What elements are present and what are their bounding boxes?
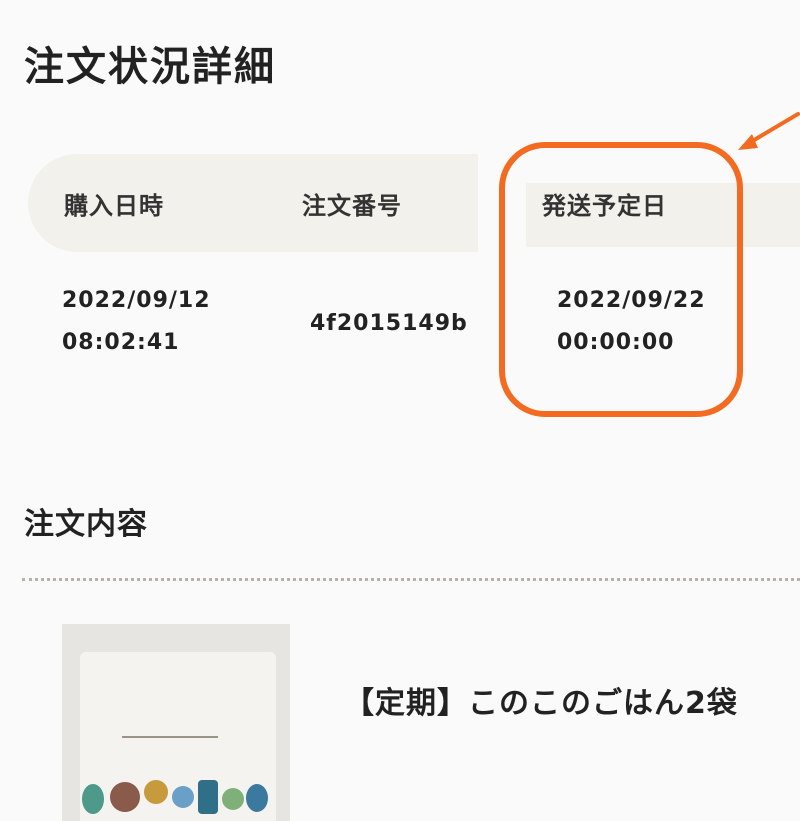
order-contents-title: 注文内容 xyxy=(24,507,148,542)
bag-decoration xyxy=(82,784,104,814)
bag-decoration xyxy=(222,788,244,810)
bag-decoration xyxy=(198,780,218,814)
bag-decoration xyxy=(110,782,140,812)
header-order-number: 注文番号 xyxy=(302,192,402,220)
order-number-cell: 4f2015149b xyxy=(310,311,468,336)
pointer-arrow-icon xyxy=(738,112,800,150)
product-image[interactable] xyxy=(62,624,290,821)
header-purchase-datetime: 購入日時 xyxy=(64,192,164,220)
bag-decoration xyxy=(144,780,168,804)
purchase-date: 2022/09/12 xyxy=(62,288,211,313)
product-bag-illustration xyxy=(80,652,276,821)
bag-decoration xyxy=(172,786,194,808)
product-name[interactable]: 【定期】このこのごはん2袋 xyxy=(344,678,738,722)
page-title: 注文状況詳細 xyxy=(24,44,276,90)
bag-decoration xyxy=(246,784,268,812)
order-detail-page: 注文状況詳細 購入日時 注文番号 発送予定日 2022/09/12 08:02:… xyxy=(0,0,800,821)
section-divider xyxy=(22,578,800,581)
purchase-date-cell: 2022/09/12 08:02:41 xyxy=(62,280,211,364)
bag-logo xyxy=(122,726,218,738)
ship-date-highlight xyxy=(499,142,743,417)
purchase-time: 08:02:41 xyxy=(62,330,180,355)
